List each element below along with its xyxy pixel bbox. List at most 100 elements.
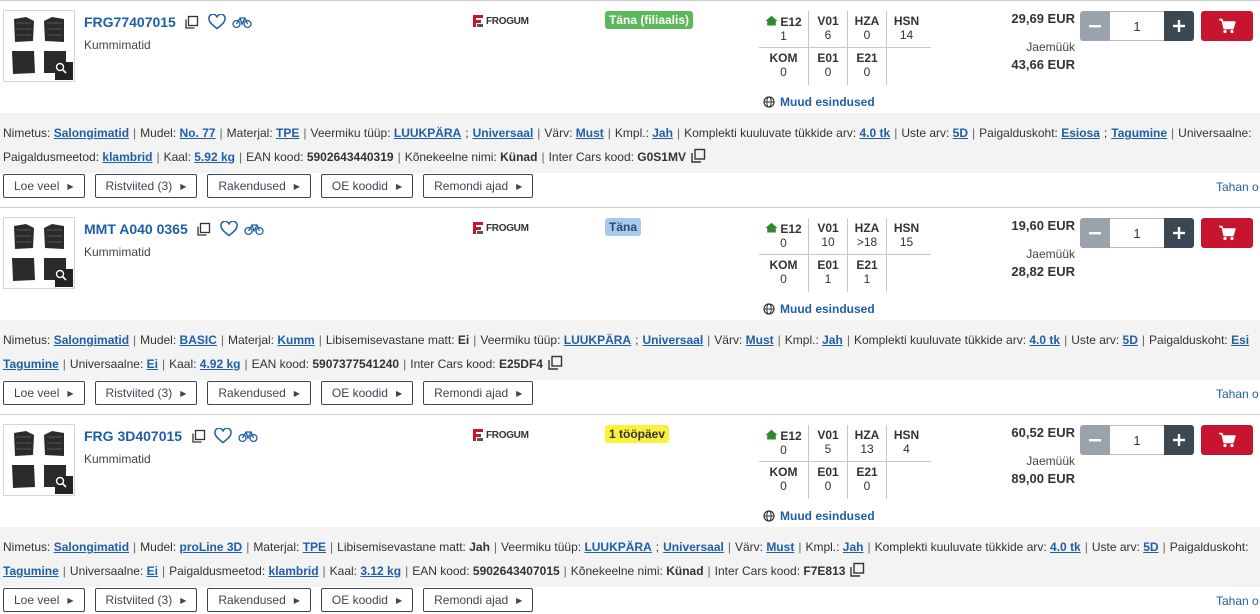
attribute-value-link[interactable]: Salongimatid [54,540,129,554]
product-code-link[interactable]: FRG 3D407015 [84,428,182,444]
attribute-value-link[interactable]: Ei [147,357,158,371]
repair-times-button[interactable]: Remondi ajad ▶ [423,381,534,405]
heart-icon[interactable] [213,426,233,446]
attribute-value-link[interactable]: Universaal [642,333,703,347]
attribute-value-link[interactable]: Jah [843,540,864,554]
applications-button[interactable]: Rakendused ▶ [207,174,311,198]
add-to-cart-button[interactable] [1201,218,1253,248]
attribute-value-link[interactable]: Tagumine [1111,126,1167,140]
attribute-value-link[interactable]: 4.0 tk [860,126,891,140]
attribute-value-link[interactable]: Must [746,333,774,347]
attribute-value-link[interactable]: Esi [1231,333,1249,347]
copy-icon[interactable] [188,426,208,446]
qty-plus-button[interactable] [1164,425,1194,455]
attribute-value-link[interactable]: klambrid [102,150,152,164]
attribute-value-link[interactable]: LUUKPÄRA [584,540,651,554]
more-branches-link[interactable]: Muud esindused [762,95,875,109]
attribute-value-link[interactable]: No. 77 [180,126,216,140]
attribute-value-link[interactable]: TPE [303,540,326,554]
applications-button[interactable]: Rakendused ▶ [207,588,311,612]
button-label: Rakendused [218,593,286,607]
attribute-value-link[interactable]: 4.0 tk [1050,540,1081,554]
qty-minus-button[interactable] [1080,11,1110,41]
attribute-value-link[interactable]: LUUKPÄRA [564,333,631,347]
attribute-line: Tagumine | Universaalne: Ei | Kaal: 4.92 kg |… [3,352,1260,376]
read-more-button[interactable]: Loe veel ▶ [3,588,85,612]
bicycle-icon[interactable] [232,12,252,32]
want-offer-link[interactable]: Tahan o [1216,387,1259,401]
button-label: Remondi ajad [434,593,509,607]
bicycle-icon[interactable] [244,219,264,239]
attribute-value-link[interactable]: klambrid [269,564,319,578]
attribute-line: Nimetus: Salongimatid | Mudel: proLine 3D |… [3,535,1260,559]
copy-icon[interactable] [849,562,865,586]
cross-references-button[interactable]: Ristviited (3) ▶ [94,381,198,405]
want-offer-link[interactable]: Tahan o [1216,594,1259,608]
more-branches-link[interactable]: Muud esindused [762,509,875,523]
attribute-value-link[interactable]: 5D [953,126,968,140]
attribute-value-link[interactable]: BASIC [180,333,217,347]
heart-icon[interactable] [219,219,239,239]
attribute-value-link[interactable]: proLine 3D [180,540,243,554]
attribute-value-link[interactable]: Tagumine [3,564,59,578]
attribute-value-link[interactable]: Universaal [473,126,534,140]
qty-minus-button[interactable] [1080,218,1110,248]
copy-icon[interactable] [182,12,202,32]
applications-button[interactable]: Rakendused ▶ [207,381,311,405]
qty-input[interactable] [1110,11,1164,41]
product-image[interactable] [3,10,75,82]
attribute-value-link[interactable]: 4.0 tk [1029,333,1060,347]
oe-codes-button[interactable]: OE koodid ▶ [320,588,414,612]
attribute-value-link[interactable]: Salongimatid [54,126,129,140]
attribute-value-link[interactable]: 3.12 kg [360,564,401,578]
zoom-icon[interactable] [55,476,73,494]
attribute-value-link[interactable]: Salongimatid [54,333,129,347]
attribute-value-link[interactable]: Ei [147,564,158,578]
cross-references-button[interactable]: Ristviited (3) ▶ [94,588,198,612]
product-image[interactable] [3,217,75,289]
repair-times-button[interactable]: Remondi ajad ▶ [423,588,534,612]
copy-icon[interactable] [547,355,563,379]
attribute-value-link[interactable]: Must [576,126,604,140]
repair-times-button[interactable]: Remondi ajad ▶ [423,174,534,198]
cross-references-button[interactable]: Ristviited (3) ▶ [94,174,198,198]
add-to-cart-button[interactable] [1201,425,1253,455]
qty-plus-button[interactable] [1164,218,1194,248]
attribute-value-link[interactable]: Esiosa [1061,126,1100,140]
oe-codes-button[interactable]: OE koodid ▶ [320,174,414,198]
want-offer-link[interactable]: Tahan o [1216,180,1259,194]
product-code-link[interactable]: MMT A040 0365 [84,221,188,237]
attribute-value-link[interactable]: Jah [652,126,673,140]
attribute-value-link[interactable]: 4.92 kg [200,357,241,371]
qty-minus-button[interactable] [1080,425,1110,455]
zoom-icon[interactable] [55,62,73,80]
read-more-button[interactable]: Loe veel ▶ [3,174,85,198]
attribute-value-link[interactable]: 5D [1123,333,1138,347]
qty-plus-button[interactable] [1164,11,1194,41]
product-code-link[interactable]: FRG77407015 [84,14,176,30]
attribute-value-link[interactable]: Jah [822,333,843,347]
attribute-separator: | [894,126,898,140]
attribute-value-link[interactable]: Kumm [277,333,314,347]
copy-icon[interactable] [194,219,214,239]
attribute-value-link[interactable]: TPE [276,126,299,140]
attribute-value-link[interactable]: Must [766,540,794,554]
copy-icon[interactable] [690,148,706,172]
attribute-value-link[interactable]: LUUKPÄRA [394,126,461,140]
heart-icon[interactable] [207,12,227,32]
qty-input[interactable] [1110,218,1164,248]
attribute-value-link[interactable]: 5.92 kg [194,150,235,164]
oe-codes-button[interactable]: OE koodid ▶ [320,381,414,405]
attribute-value-link[interactable]: Universaal [663,540,724,554]
product-image[interactable] [3,424,75,496]
stock-cell [887,255,926,292]
read-more-button[interactable]: Loe veel ▶ [3,381,85,405]
home-icon [765,222,780,236]
more-branches-link[interactable]: Muud esindused [762,302,875,316]
bicycle-icon[interactable] [238,426,258,446]
zoom-icon[interactable] [55,269,73,287]
add-to-cart-button[interactable] [1201,11,1253,41]
attribute-value-link[interactable]: 5D [1143,540,1158,554]
qty-input[interactable] [1110,425,1164,455]
attribute-value-link[interactable]: Tagumine [3,357,59,371]
